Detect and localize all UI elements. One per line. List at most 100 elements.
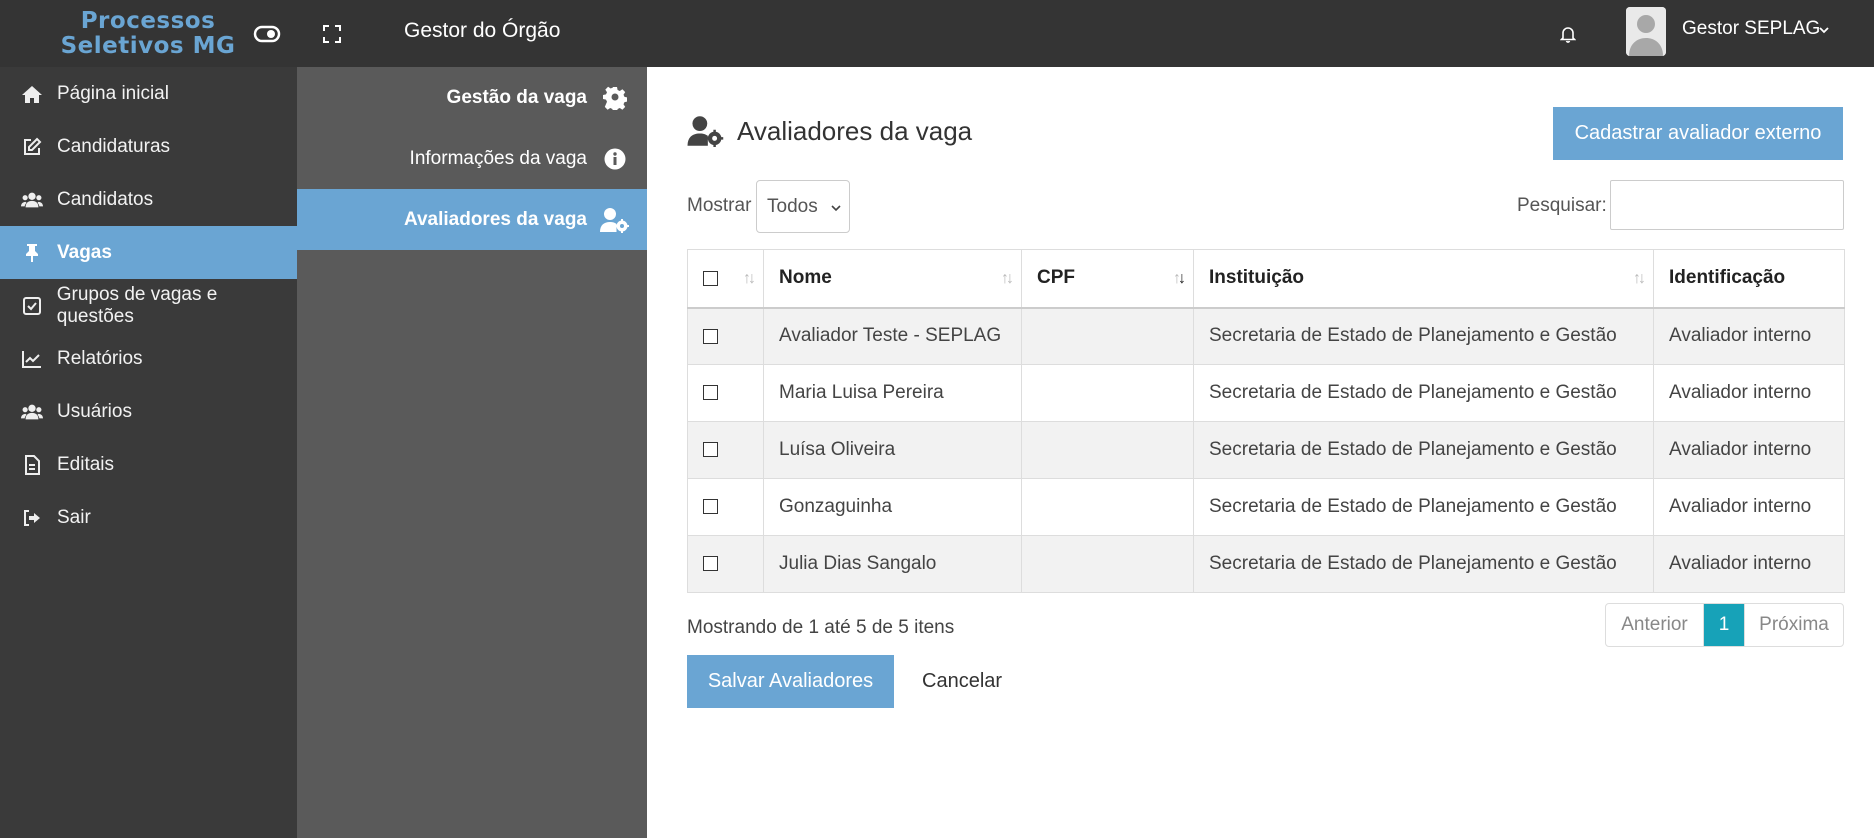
home-icon: [21, 83, 43, 105]
sidebar-item-label: Grupos de vagas e questões: [56, 283, 218, 327]
column-header-identificacao[interactable]: Identificação: [1653, 249, 1845, 309]
users-icon: [21, 189, 43, 211]
table-row[interactable]: Maria Luisa Pereira Secretaria de Estado…: [687, 364, 1845, 422]
sort-icon[interactable]: ↑↓: [1633, 270, 1646, 288]
sidebar-item-label: Relatórios: [57, 347, 143, 369]
subpanel-item-avaliadores[interactable]: Avaliadores da vaga: [297, 189, 647, 250]
row-select-cell[interactable]: [687, 478, 764, 536]
user-name[interactable]: Gestor SEPLAG: [1682, 18, 1820, 40]
row-checkbox[interactable]: [703, 442, 718, 458]
sidebar-item-sair[interactable]: Sair: [0, 491, 297, 544]
subpanel-item-informacoes[interactable]: Informações da vaga: [297, 128, 647, 189]
cell-cpf: [1021, 364, 1194, 422]
page-header: Avaliadores da vaga: [687, 115, 972, 147]
row-checkbox[interactable]: [703, 328, 718, 344]
subpanel-item-gestao[interactable]: Gestão da vaga: [297, 67, 647, 128]
subpanel-item-label: Gestão da vaga: [446, 86, 587, 108]
cell-cpf: [1021, 421, 1194, 479]
column-header-nome[interactable]: Nome ↑↓: [763, 249, 1022, 309]
toggle-sidebar-icon[interactable]: [252, 19, 282, 49]
sidebar-item-vagas[interactable]: Vagas: [0, 226, 297, 279]
table-header-row: ↑↓ Nome ↑↓ CPF ↑↓ Instituição ↑↓ Identifica…: [687, 249, 1845, 309]
cell-cpf: [1021, 478, 1194, 536]
column-label: CPF: [1037, 267, 1075, 289]
cell-instituicao: Secretaria de Estado de Planejamento e G…: [1193, 421, 1654, 479]
search-label: Pesquisar:: [1517, 195, 1607, 216]
table-row[interactable]: Julia Dias Sangalo Secretaria de Estado …: [687, 535, 1845, 593]
file-icon: [21, 454, 43, 476]
cell-instituicao: Secretaria de Estado de Planejamento e G…: [1193, 364, 1654, 422]
show-entries-label: Mostrar: [687, 195, 752, 216]
main-content: Avaliadores da vaga Cadastrar avaliador …: [647, 67, 1874, 838]
column-header-instituicao[interactable]: Instituição ↑↓: [1193, 249, 1654, 309]
search-input[interactable]: [1610, 180, 1844, 230]
table-row[interactable]: Luísa Oliveira Secretaria de Estado de P…: [687, 421, 1845, 479]
pin-icon: [21, 242, 43, 264]
bell-icon[interactable]: [1553, 19, 1583, 49]
cell-identificacao: Avaliador interno: [1653, 535, 1845, 593]
sidebar-item-grupos[interactable]: Grupos de vagas e questões: [0, 279, 297, 332]
sidebar-item-label: Usuários: [57, 400, 132, 422]
user-gear-icon: [599, 206, 631, 234]
sidebar-item-relatorios[interactable]: Relatórios: [0, 332, 297, 385]
fullscreen-icon[interactable]: [317, 19, 347, 49]
show-entries-select[interactable]: Todos: [756, 180, 850, 233]
select-all-checkbox[interactable]: [703, 270, 718, 286]
cancel-button[interactable]: Cancelar: [912, 655, 1012, 708]
column-header-cpf[interactable]: CPF ↑↓: [1021, 249, 1194, 309]
sidebar-item-usuarios[interactable]: Usuários: [0, 385, 297, 438]
table-row[interactable]: Gonzaguinha Secretaria de Estado de Plan…: [687, 478, 1845, 536]
row-select-cell[interactable]: [687, 535, 764, 593]
cell-identificacao: Avaliador interno: [1653, 364, 1845, 422]
table-row[interactable]: Avaliador Teste - SEPLAG Secretaria de E…: [687, 307, 1845, 365]
add-external-evaluator-button[interactable]: Cadastrar avaliador externo: [1553, 107, 1843, 160]
sign-out-icon: [21, 507, 43, 529]
sidebar-item-label: Candidaturas: [57, 135, 171, 157]
sort-icon[interactable]: ↑↓: [1173, 270, 1186, 288]
cell-identificacao: Avaliador interno: [1653, 307, 1845, 365]
gear-icon: [599, 84, 631, 112]
pagination-page-1[interactable]: 1: [1704, 604, 1745, 646]
save-evaluators-button[interactable]: Salvar Avaliadores: [687, 655, 894, 708]
select-all-header[interactable]: ↑↓: [687, 249, 764, 309]
cell-cpf: [1021, 535, 1194, 593]
chevron-down-icon[interactable]: [1818, 22, 1830, 40]
row-checkbox[interactable]: [703, 385, 718, 401]
subpanel-item-label: Avaliadores da vaga: [403, 208, 587, 230]
subpanel-item-label: Informações da vaga: [409, 147, 587, 169]
users-icon: [21, 401, 43, 423]
pagination-previous[interactable]: Anterior: [1606, 604, 1704, 646]
avatar[interactable]: [1626, 7, 1666, 56]
cell-instituicao: Secretaria de Estado de Planejamento e G…: [1193, 307, 1654, 365]
info-icon: [599, 145, 631, 173]
row-select-cell[interactable]: [687, 421, 764, 479]
row-checkbox[interactable]: [703, 499, 718, 515]
sidebar-item-label: Editais: [57, 453, 115, 475]
cell-instituicao: Secretaria de Estado de Planejamento e G…: [1193, 478, 1654, 536]
row-checkbox[interactable]: [703, 556, 718, 572]
sidebar-item-editais[interactable]: Editais: [0, 438, 297, 491]
sidebar-item-candidaturas[interactable]: Candidaturas: [0, 120, 297, 173]
cell-cpf: [1021, 307, 1194, 365]
cell-nome: Julia Dias Sangalo: [763, 535, 1022, 593]
column-label: Nome: [779, 267, 832, 289]
chart-line-icon: [21, 348, 43, 370]
top-bar: Processos Seletivos MG Gestor do Órgão G…: [0, 0, 1874, 67]
sort-icon[interactable]: ↑↓: [1001, 270, 1014, 288]
sidebar-item-candidatos[interactable]: Candidatos: [0, 173, 297, 226]
sort-icon[interactable]: ↑↓: [743, 270, 756, 288]
row-select-cell[interactable]: [687, 307, 764, 365]
cell-nome: Gonzaguinha: [763, 478, 1022, 536]
sidebar-item-pagina-inicial[interactable]: Página inicial: [0, 67, 297, 120]
user-gear-icon: [687, 115, 725, 147]
sidebar: Página inicial Candidaturas Candidatos V…: [0, 67, 297, 838]
cell-identificacao: Avaliador interno: [1653, 421, 1845, 479]
chevron-down-icon: [831, 196, 841, 218]
edit-icon: [21, 136, 43, 158]
pagination-next[interactable]: Próxima: [1745, 604, 1843, 646]
cell-nome: Avaliador Teste - SEPLAG: [763, 307, 1022, 365]
table-info: Mostrando de 1 até 5 de 5 itens: [687, 617, 955, 638]
logo-line-2: Seletivos MG: [60, 32, 236, 59]
cell-nome: Maria Luisa Pereira: [763, 364, 1022, 422]
row-select-cell[interactable]: [687, 364, 764, 422]
